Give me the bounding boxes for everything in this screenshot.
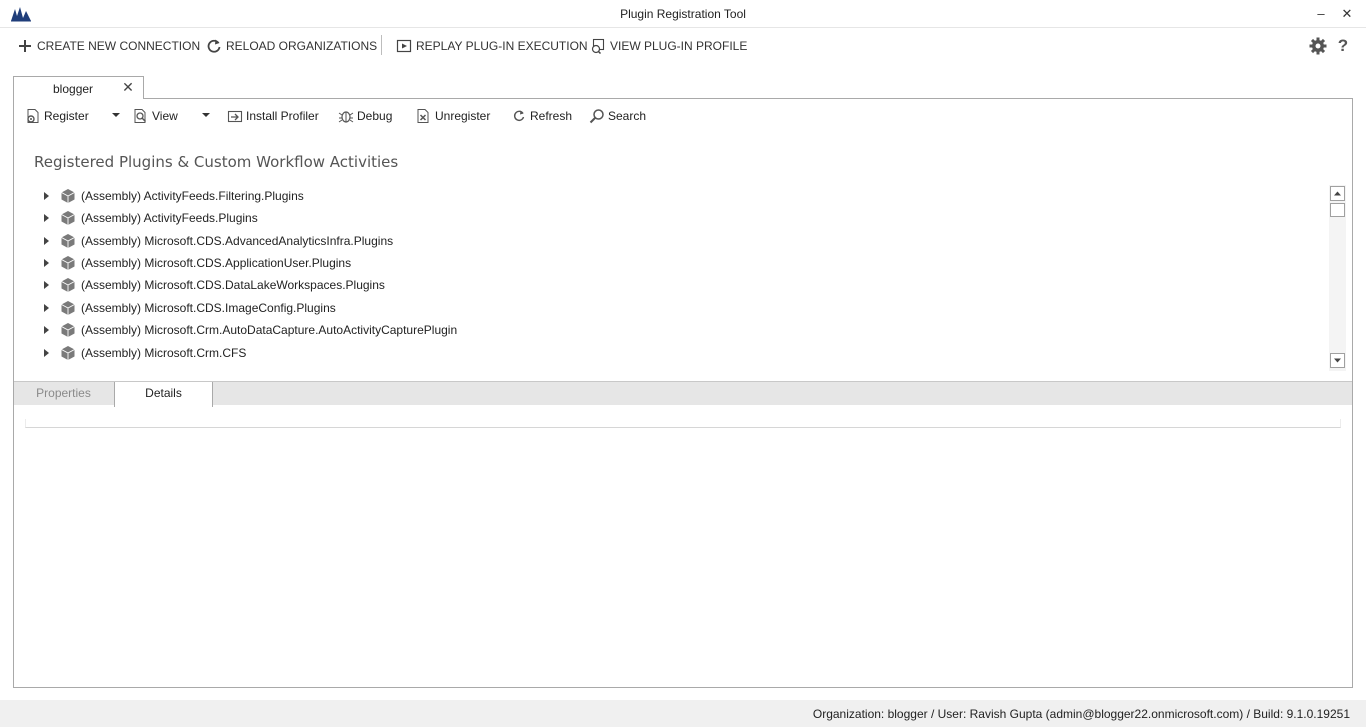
assembly-cube-icon: [60, 210, 76, 226]
scroll-down-arrow-icon[interactable]: [1330, 353, 1345, 368]
install-profiler-button[interactable]: Install Profiler: [227, 107, 319, 125]
tab-details[interactable]: Details: [114, 382, 213, 407]
expand-arrow-icon[interactable]: [43, 214, 51, 222]
tree-item[interactable]: (Assembly) Microsoft.CDS.AdvancedAnalyti…: [14, 230, 1314, 252]
view-dropdown-chevron-down-icon[interactable]: [200, 109, 212, 121]
expand-arrow-icon[interactable]: [43, 304, 51, 312]
assembly-cube-icon: [60, 300, 76, 316]
tree-item-label: (Assembly) Microsoft.CDS.ApplicationUser…: [81, 256, 352, 270]
toolbar-divider: [381, 35, 382, 55]
settings-gear-icon[interactable]: [1309, 37, 1327, 55]
expand-arrow-icon[interactable]: [43, 349, 51, 357]
expand-arrow-icon[interactable]: [43, 281, 51, 289]
view-button[interactable]: View: [133, 107, 178, 125]
search-button[interactable]: Search: [589, 107, 646, 125]
status-text: Organization: blogger / User: Ravish Gup…: [812, 707, 1350, 721]
details-panel-divider: [25, 419, 1341, 428]
replay-plugin-execution-button[interactable]: REPLAY PLUG-IN EXECUTION: [396, 37, 588, 55]
register-gear-icon: [25, 108, 41, 124]
tree-item[interactable]: (Assembly) ActivityFeeds.Plugins: [14, 207, 1314, 229]
connection-content-panel: Register View Install Profiler Debug Unr…: [13, 98, 1353, 688]
expand-arrow-icon[interactable]: [43, 192, 51, 200]
reload-organizations-label: RELOAD ORGANIZATIONS: [226, 39, 378, 53]
reload-icon: [206, 38, 222, 54]
replay-icon: [396, 38, 412, 54]
create-new-connection-button[interactable]: CREATE NEW CONNECTION: [17, 37, 200, 55]
tab-connection-blogger[interactable]: blogger ✕: [13, 76, 144, 99]
search-icon: [589, 108, 605, 124]
plus-icon: [17, 38, 33, 54]
create-new-connection-label: CREATE NEW CONNECTION: [37, 39, 201, 53]
help-icon[interactable]: ?: [1334, 37, 1352, 55]
close-window-button[interactable]: ✕: [1338, 5, 1356, 23]
assembly-cube-icon: [60, 188, 76, 204]
scroll-up-arrow-icon[interactable]: [1330, 186, 1345, 201]
tree-item-label: (Assembly) Microsoft.CDS.DataLakeWorkspa…: [81, 278, 385, 292]
close-tab-icon[interactable]: ✕: [121, 80, 135, 94]
main-toolbar: CREATE NEW CONNECTION RELOAD ORGANIZATIO…: [0, 28, 1366, 64]
tree-item[interactable]: (Assembly) Microsoft.Crm.CFS: [14, 342, 1314, 364]
view-magnifier-icon: [133, 108, 149, 124]
refresh-button[interactable]: Refresh: [511, 107, 572, 125]
assembly-cube-icon: [60, 345, 76, 361]
view-label: View: [152, 109, 178, 123]
assembly-cube-icon: [60, 255, 76, 271]
status-bar: Organization: blogger / User: Ravish Gup…: [0, 700, 1366, 727]
assembly-cube-icon: [60, 322, 76, 338]
tree-item-label: (Assembly) Microsoft.Crm.AutoDataCapture…: [81, 323, 458, 337]
tree-item[interactable]: (Assembly) Microsoft.CDS.ImageConfig.Plu…: [14, 297, 1314, 319]
register-label: Register: [44, 109, 89, 123]
unregister-x-icon: [416, 108, 432, 124]
scrollbar-thumb[interactable]: [1330, 203, 1345, 217]
bottom-tab-strip: Properties Details: [14, 381, 1352, 407]
install-profiler-label: Install Profiler: [246, 109, 319, 123]
tree-item-label: (Assembly) Microsoft.Crm.CFS: [81, 346, 247, 360]
tree-item[interactable]: (Assembly) Microsoft.CDS.ApplicationUser…: [14, 252, 1314, 274]
window-title: Plugin Registration Tool: [620, 7, 746, 21]
tree-item[interactable]: (Assembly) Microsoft.Crm.AutoDataCapture…: [14, 319, 1314, 341]
assembly-cube-icon: [60, 233, 76, 249]
minimize-button[interactable]: –: [1312, 5, 1330, 23]
expand-arrow-icon[interactable]: [43, 237, 51, 245]
expand-arrow-icon[interactable]: [43, 326, 51, 334]
tree-item-label: (Assembly) Microsoft.CDS.AdvancedAnalyti…: [81, 234, 394, 248]
expand-arrow-icon[interactable]: [43, 259, 51, 267]
title-bar: Plugin Registration Tool – ✕: [0, 0, 1366, 28]
tree-item-label: (Assembly) ActivityFeeds.Filtering.Plugi…: [81, 189, 304, 203]
debug-button[interactable]: Debug: [338, 107, 392, 125]
tree-item[interactable]: (Assembly) Microsoft.CDS.DataLakeWorkspa…: [14, 274, 1314, 296]
unregister-button[interactable]: Unregister: [416, 107, 490, 125]
register-button[interactable]: Register: [25, 107, 89, 125]
tab-properties[interactable]: Properties: [14, 382, 113, 406]
search-label: Search: [608, 109, 647, 123]
tree-item[interactable]: (Assembly) ActivityFeeds.Filtering.Plugi…: [14, 185, 1314, 207]
unregister-label: Unregister: [435, 109, 491, 123]
tree-scrollbar[interactable]: [1329, 185, 1346, 371]
view-plugin-profile-button[interactable]: VIEW PLUG-IN PROFILE: [590, 37, 747, 55]
register-dropdown-chevron-down-icon[interactable]: [110, 109, 122, 121]
replay-plugin-execution-label: REPLAY PLUG-IN EXECUTION: [416, 39, 588, 53]
install-profiler-icon: [227, 108, 243, 124]
refresh-label: Refresh: [530, 109, 573, 123]
plugin-toolbar: Register View Install Profiler Debug Unr…: [14, 99, 1352, 133]
tree-item-label: (Assembly) ActivityFeeds.Plugins: [81, 211, 258, 225]
refresh-icon: [511, 108, 527, 124]
view-plugin-profile-label: VIEW PLUG-IN PROFILE: [610, 39, 748, 53]
debug-label: Debug: [357, 109, 393, 123]
reload-organizations-button[interactable]: RELOAD ORGANIZATIONS: [206, 37, 377, 55]
profile-icon: [590, 38, 606, 54]
connection-tab-label: blogger: [53, 82, 94, 96]
tree-item-label: (Assembly) Microsoft.CDS.ImageConfig.Plu…: [81, 301, 336, 315]
debug-bug-icon: [338, 108, 354, 124]
plugin-tree: (Assembly) ActivityFeeds.Filtering.Plugi…: [14, 185, 1326, 371]
section-heading: Registered Plugins & Custom Workflow Act…: [34, 153, 399, 171]
assembly-cube-icon: [60, 277, 76, 293]
